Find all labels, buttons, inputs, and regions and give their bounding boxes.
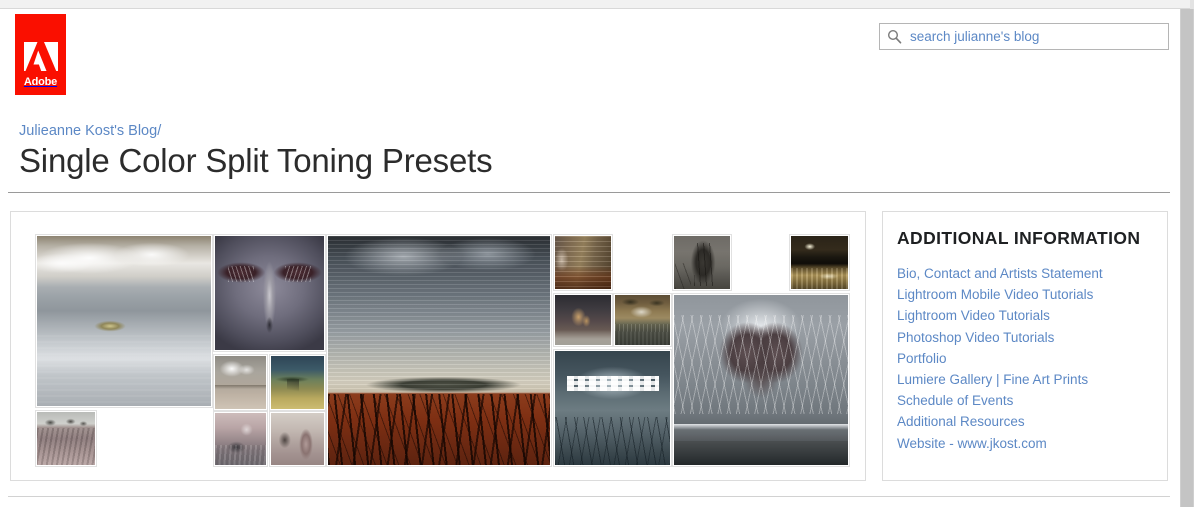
chrome-seam — [1190, 0, 1194, 9]
list-item: Lightroom Video Tutorials — [897, 305, 1167, 326]
list-item: Bio, Contact and Artists Statement — [897, 263, 1167, 284]
list-item: Portfolio — [897, 348, 1167, 369]
sidebar-link-5[interactable]: Lumiere Gallery | Fine Art Prints — [897, 369, 1167, 390]
panels-row: ADDITIONAL INFORMATION Bio, Contact and … — [0, 211, 1180, 486]
gallery-thumbnail-figure-behind-glass[interactable] — [553, 293, 613, 347]
sidebar-link-1[interactable]: Lightroom Mobile Video Tutorials — [897, 284, 1167, 305]
gallery-thumbnail-bride-at-house[interactable] — [269, 411, 326, 467]
scrollbar-thumb[interactable] — [1181, 9, 1193, 507]
image-gallery — [11, 212, 865, 480]
list-item: Schedule of Events — [897, 390, 1167, 411]
sidebar-link-3[interactable]: Photoshop Video Tutorials — [897, 327, 1167, 348]
list-item: Website - www.jkost.com — [897, 433, 1167, 454]
gallery-thumbnail-cloud-over-field[interactable] — [213, 354, 268, 411]
sidebar-link-2[interactable]: Lightroom Video Tutorials — [897, 305, 1167, 326]
additional-information-links: Bio, Contact and Artists Statement Lightr… — [897, 263, 1167, 454]
breadcrumb-separator: / — [157, 123, 162, 139]
page-content: Adobe Julieanne Kost's Blog/ Single Colo… — [0, 9, 1180, 507]
gallery-thumbnail-winged-figure[interactable] — [213, 234, 326, 352]
list-item: Lumiere Gallery | Fine Art Prints — [897, 369, 1167, 390]
vertical-scrollbar[interactable] — [1180, 9, 1194, 507]
gallery-panel — [10, 211, 866, 481]
list-item: Photoshop Video Tutorials — [897, 327, 1167, 348]
search-box[interactable] — [879, 23, 1169, 50]
gallery-thumbnail-lit-windows-fog[interactable] — [553, 349, 672, 467]
breadcrumb-link-blog[interactable]: Julieanne Kost's Blog/ — [19, 123, 1119, 140]
gallery-thumbnail-figure-in-water[interactable] — [213, 411, 268, 467]
title-block: Julieanne Kost's Blog/ Single Color Spli… — [19, 123, 1119, 180]
sidebar-link-4[interactable]: Portfolio — [897, 348, 1167, 369]
gallery-thumbnail-boat-on-sea[interactable] — [35, 234, 213, 408]
sidebar-link-0[interactable]: Bio, Contact and Artists Statement — [897, 263, 1167, 284]
adobe-logo[interactable]: Adobe — [15, 14, 66, 95]
gallery-thumbnail-mountain-reflection[interactable] — [613, 293, 672, 347]
bottom-divider — [8, 496, 1170, 497]
breadcrumb-label: Julieanne Kost's Blog — [19, 123, 158, 139]
list-item: Lightroom Mobile Video Tutorials — [897, 284, 1167, 305]
breadcrumb: Julieanne Kost's Blog/ — [19, 123, 1119, 140]
browser-chrome-strip — [0, 0, 1194, 9]
adobe-wordmark: Adobe — [23, 76, 58, 88]
list-item: Additional Resources — [897, 411, 1167, 432]
gallery-thumbnail-face-in-ruins[interactable] — [553, 234, 613, 291]
page-title: Single Color Split Toning Presets — [19, 142, 493, 180]
gallery-thumbnail-standing-figure[interactable] — [672, 234, 732, 291]
site-header: Adobe — [0, 9, 1180, 109]
sidebar-link-8[interactable]: Website - www.jkost.com — [897, 433, 1167, 454]
search-input[interactable] — [910, 29, 1160, 44]
gallery-thumbnail-heart-of-birds[interactable] — [672, 293, 850, 467]
sidebar-link-7[interactable]: Additional Resources — [897, 411, 1167, 432]
additional-information-panel: ADDITIONAL INFORMATION Bio, Contact and … — [882, 211, 1168, 481]
page-root: Adobe Julieanne Kost's Blog/ Single Colo… — [0, 0, 1194, 507]
additional-information-heading: ADDITIONAL INFORMATION — [897, 228, 1141, 248]
sidebar-link-6[interactable]: Schedule of Events — [897, 390, 1167, 411]
gallery-thumbnail-moon-over-water[interactable] — [789, 234, 850, 291]
title-divider — [8, 192, 1170, 193]
gallery-thumbnail-rocky-field[interactable] — [35, 410, 97, 467]
adobe-a-mark-icon — [23, 42, 58, 71]
gallery-thumbnail-moonlit-road[interactable] — [269, 354, 326, 411]
gallery-thumbnail-island-and-roots[interactable] — [326, 234, 552, 467]
search-icon — [887, 29, 902, 44]
